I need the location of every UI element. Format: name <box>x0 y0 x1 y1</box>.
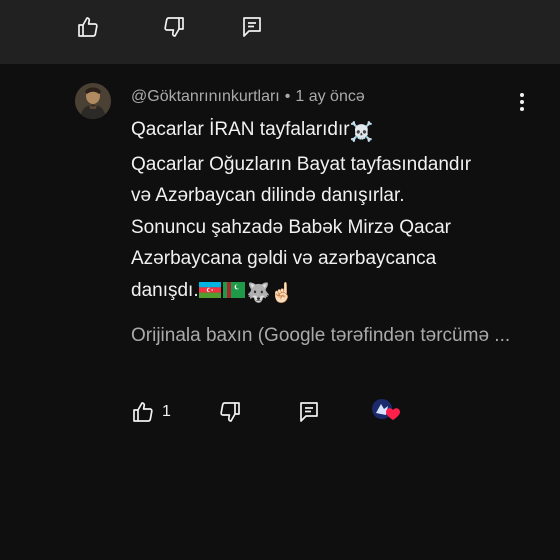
dislike-button[interactable] <box>161 14 187 40</box>
previous-comment-actions <box>0 0 560 64</box>
comment-line: Sonuncu şahzadə Babək Mirzə Qacar <box>131 216 452 238</box>
reply-button[interactable] <box>297 398 321 426</box>
wolf-emoji: 🐺 <box>246 282 271 304</box>
comment-line: danışdı. 🐺☝🏻 <box>131 275 551 310</box>
avatar[interactable] <box>75 83 111 119</box>
creator-heart-icon <box>372 399 400 420</box>
comment-reply-icon <box>243 17 261 37</box>
comment-line: Qacarlar Oğuzların Bayat tayfasındandır <box>131 153 472 175</box>
vertical-dots-icon <box>520 93 524 111</box>
comment-reply-icon <box>300 402 318 422</box>
like-button[interactable] <box>75 14 101 40</box>
comment-time: 1 ay öncə <box>295 88 365 105</box>
comment-actions: 1 <box>0 398 560 426</box>
more-options-button[interactable] <box>510 90 534 114</box>
comment-text: Qacarlar İRAN tayfalarıdır☠️ Qacarlar Oğ… <box>131 114 551 309</box>
pointing-finger-emoji: ☝🏻 <box>270 282 294 304</box>
thumbs-up-icon <box>78 17 98 37</box>
azerbaijan-flag-icon <box>198 281 221 298</box>
thumbs-up-icon <box>133 402 153 422</box>
thumbs-down-icon <box>164 17 184 37</box>
skull-emoji: ☠️ <box>349 122 374 143</box>
comment-meta: @Göktanrınınkurtları • 1 ay öncə <box>131 88 365 106</box>
comment-line: Azərbaycana gəldi və azərbaycanca <box>131 248 437 269</box>
author-name[interactable]: @Göktanrınınkurtları <box>131 88 280 105</box>
thumbs-down-icon <box>220 402 240 422</box>
like-button[interactable] <box>131 398 155 426</box>
comment-line: və Azərbaycan dilində danışırlar. <box>131 185 405 206</box>
reply-button[interactable] <box>239 14 265 40</box>
turkmenistan-flag-icon <box>222 281 245 298</box>
comment: @Göktanrınınkurtları • 1 ay öncə Qacarlar … <box>0 64 560 560</box>
dislike-button[interactable] <box>218 398 242 426</box>
see-original-link[interactable]: Orijinala baxın (Google tərəfindən tərcü… <box>131 325 559 347</box>
like-count: 1 <box>162 403 171 420</box>
comment-line-text: danışdı. <box>131 279 199 301</box>
comment-line: Qacarlar İRAN tayfalarıdır☠️ <box>131 114 551 149</box>
avatar-image <box>75 83 111 119</box>
creator-heart <box>371 398 405 426</box>
separator-dot: • <box>284 88 291 105</box>
comment-line-text: Qacarlar İRAN tayfalarıdır <box>131 119 350 140</box>
